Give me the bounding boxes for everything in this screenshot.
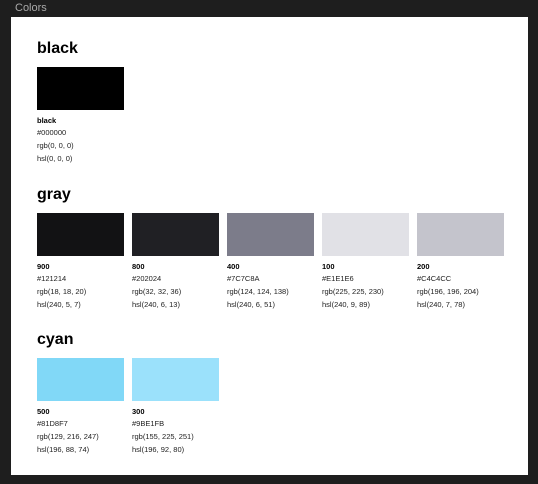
color-chip — [37, 358, 124, 401]
group-title: cyan — [37, 331, 74, 348]
swatch-hex: #7C7C8A — [227, 274, 260, 283]
group-title: black — [37, 40, 78, 57]
swatch-hsl: hsl(240, 5, 7) — [37, 300, 81, 309]
swatch-gray-800[interactable]: 800 #202024 rgb(32, 32, 36) hsl(240, 6, … — [132, 213, 219, 311]
color-group-cyan: cyan 500 #81D8F7 rgb(129, 216, 247) hsl(… — [37, 330, 219, 456]
swatch-rgb: rgb(32, 32, 36) — [132, 287, 182, 296]
swatch-hex: #E1E1E6 — [322, 274, 354, 283]
swatch-rgb: rgb(124, 124, 138) — [227, 287, 289, 296]
swatch-name: 900 — [37, 262, 50, 271]
color-chip — [37, 67, 124, 110]
swatch-hex: #C4C4CC — [417, 274, 452, 283]
swatch-hsl: hsl(240, 6, 51) — [227, 300, 275, 309]
swatch-cyan-300[interactable]: 300 #9BE1FB rgb(155, 225, 251) hsl(196, … — [132, 358, 219, 456]
swatch-rgb: rgb(155, 225, 251) — [132, 432, 194, 441]
swatch-hsl: hsl(0, 0, 0) — [37, 154, 73, 163]
swatch-name: 200 — [417, 262, 430, 271]
swatch-row: 500 #81D8F7 rgb(129, 216, 247) hsl(196, … — [37, 358, 219, 456]
swatch-gray-400[interactable]: 400 #7C7C8A rgb(124, 124, 138) hsl(240, … — [227, 213, 314, 311]
swatch-name: black — [37, 116, 57, 125]
swatch-rgb: rgb(129, 216, 247) — [37, 432, 99, 441]
swatch-name: 300 — [132, 407, 145, 416]
swatch-hex: #202024 — [132, 274, 162, 283]
frame-label[interactable]: Colors — [15, 2, 47, 14]
swatch-hex: #9BE1FB — [132, 419, 165, 428]
swatch-name: 100 — [322, 262, 335, 271]
color-chip — [322, 213, 409, 256]
color-chip — [417, 213, 504, 256]
swatch-gray-200[interactable]: 200 #C4C4CC rgb(196, 196, 204) hsl(240, … — [417, 213, 504, 311]
swatch-hex: #121214 — [37, 274, 67, 283]
swatch-black[interactable]: black #000000 rgb(0, 0, 0) hsl(0, 0, 0) — [37, 67, 124, 165]
color-group-gray: gray 900 #121214 rgb(18, 18, 20) hsl(240… — [37, 185, 504, 311]
color-chip — [132, 213, 219, 256]
swatch-name: 500 — [37, 407, 50, 416]
swatch-hex: #000000 — [37, 128, 67, 137]
swatch-hsl: hsl(196, 92, 80) — [132, 445, 185, 454]
design-canvas[interactable]: Colors black black #000000 rgb(0, 0, 0) … — [0, 0, 538, 484]
color-chip — [227, 213, 314, 256]
swatch-gray-100[interactable]: 100 #E1E1E6 rgb(225, 225, 230) hsl(240, … — [322, 213, 409, 311]
color-chip — [132, 358, 219, 401]
swatch-rgb: rgb(196, 196, 204) — [417, 287, 479, 296]
swatch-hsl: hsl(240, 6, 13) — [132, 300, 180, 309]
swatch-rgb: rgb(0, 0, 0) — [37, 141, 74, 150]
swatch-rgb: rgb(18, 18, 20) — [37, 287, 87, 296]
group-title: gray — [37, 186, 71, 203]
swatch-hsl: hsl(240, 9, 89) — [322, 300, 370, 309]
swatch-hsl: hsl(196, 88, 74) — [37, 445, 90, 454]
swatch-hex: #81D8F7 — [37, 419, 68, 428]
color-chip — [37, 213, 124, 256]
swatch-row: 900 #121214 rgb(18, 18, 20) hsl(240, 5, … — [37, 213, 504, 311]
colors-frame[interactable]: black black #000000 rgb(0, 0, 0) hsl(0, … — [11, 17, 528, 475]
color-group-black: black black #000000 rgb(0, 0, 0) hsl(0, … — [37, 39, 124, 165]
swatch-cyan-500[interactable]: 500 #81D8F7 rgb(129, 216, 247) hsl(196, … — [37, 358, 124, 456]
swatch-gray-900[interactable]: 900 #121214 rgb(18, 18, 20) hsl(240, 5, … — [37, 213, 124, 311]
swatch-row: black #000000 rgb(0, 0, 0) hsl(0, 0, 0) — [37, 67, 124, 165]
swatch-name: 800 — [132, 262, 145, 271]
swatch-name: 400 — [227, 262, 240, 271]
swatch-rgb: rgb(225, 225, 230) — [322, 287, 384, 296]
swatch-hsl: hsl(240, 7, 78) — [417, 300, 465, 309]
